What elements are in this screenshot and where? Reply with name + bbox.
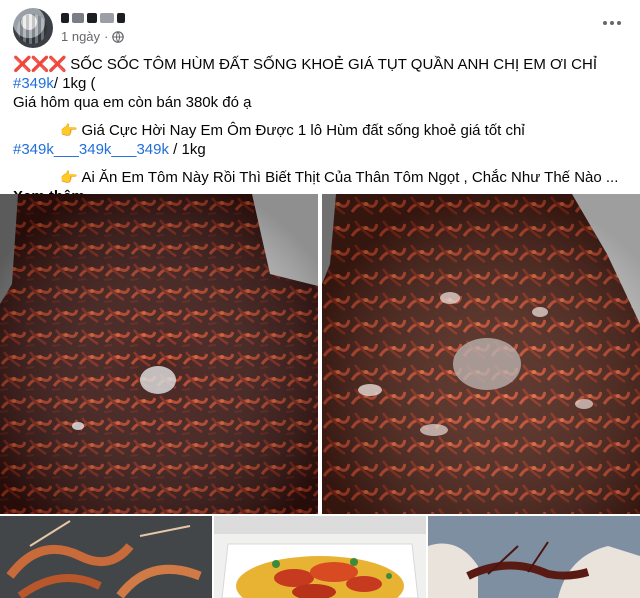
timestamp[interactable]: 1 ngày [61,29,100,44]
caption-line-3: 👉 Giá Cực Hời Nay Em Ôm Được 1 lô Hùm đất… [13,122,525,158]
post-meta: 1 ngày · [61,29,125,44]
post-photo-4[interactable] [214,516,426,598]
post-photo-1[interactable] [0,194,318,514]
post-photo-2[interactable] [322,194,640,514]
avatar[interactable] [13,8,53,48]
author-name-blurred[interactable] [61,9,131,23]
post-caption: ❌❌❌ SỐC SỐC TÔM HÙM ĐẤT SỐNG KHOẺ GIÁ TỤ… [13,55,633,215]
caption-line-1: ❌❌❌ SỐC SỐC TÔM HÙM ĐẤT SỐNG KHOẺ GIÁ TỤ… [13,56,598,111]
pointing-hand-icon: 👉 [60,169,78,185]
post-header: 1 ngày · [0,0,640,56]
pointing-hand-icon: 👉 [60,122,78,138]
hashtag-link[interactable]: #349k___349k___349k [13,141,169,158]
post-photo-3[interactable] [0,516,212,598]
hashtag-link[interactable]: #349k [13,75,54,92]
cross-mark-icon: ❌❌❌ [13,56,67,73]
more-options-icon[interactable] [600,16,624,30]
globe-icon [112,30,125,43]
post-photo-5[interactable] [428,516,640,598]
caption-line-2: Giá hôm qua em còn bán 380k đó ạ [13,94,252,111]
